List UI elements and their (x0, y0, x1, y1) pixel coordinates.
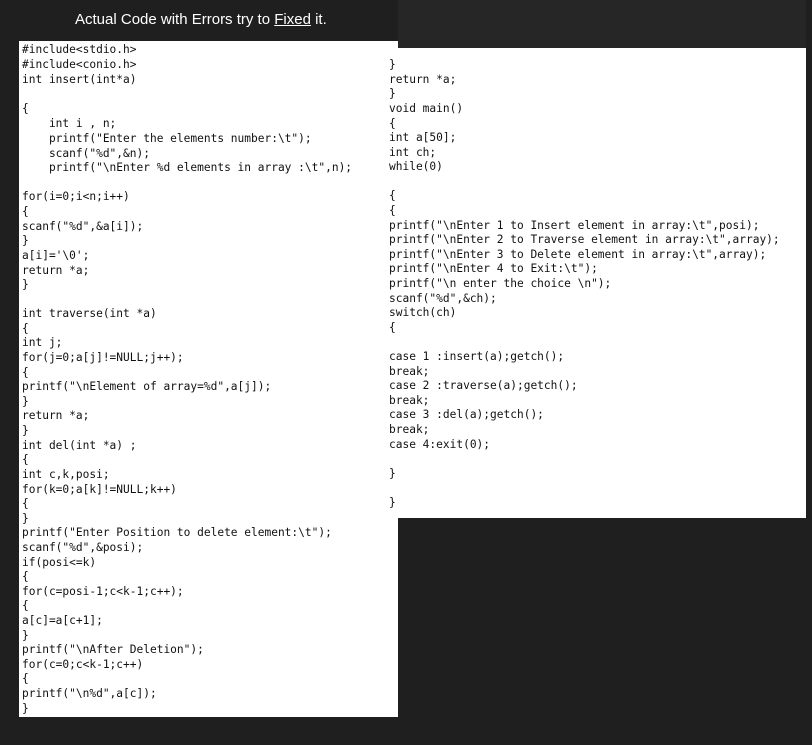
fixed-link[interactable]: Fixed (274, 11, 311, 28)
code-line: { (22, 672, 29, 685)
code-line: printf("Enter the elements number:\t"); (22, 132, 312, 145)
code-line: } (389, 467, 396, 480)
code-line: #include<conio.h> (22, 58, 137, 71)
code-line: } (22, 424, 29, 437)
code-line: printf("Enter Position to delete element… (22, 526, 332, 539)
code-line: { (389, 204, 396, 217)
code-line: break; (389, 394, 430, 407)
code-line: int traverse(int *a) (22, 307, 157, 320)
code-line: } (22, 395, 29, 408)
code-line: scanf("%d",&posi); (22, 541, 144, 554)
code-line: scanf("%d",&a[i]); (22, 220, 144, 233)
code-line: int j; (22, 336, 63, 349)
code-line: for(c=0;c<k-1;c++) (22, 658, 144, 671)
code-line: a[c]=a[c+1]; (22, 614, 103, 627)
code-line: printf("\nEnter %d elements in array :\t… (22, 161, 353, 174)
code-line: int c,k,posi; (22, 468, 110, 481)
code-line: printf("\nEnter 2 to Traverse element in… (389, 233, 780, 246)
code-line: for(k=0;a[k]!=NULL;k++) (22, 483, 177, 496)
code-line: return *a; (22, 409, 90, 422)
code-line: scanf("%d",&n); (22, 147, 150, 160)
code-line: { (389, 117, 396, 130)
code-line: int ch; (389, 146, 437, 159)
code-line: int i , n; (22, 117, 117, 130)
code-panel-right: } return *a;} void main(){int a[50]; int ch… (381, 48, 806, 518)
code-line: } (22, 512, 29, 525)
code-line: while(0) (389, 160, 443, 173)
code-line: } (22, 702, 29, 715)
code-line: switch(ch) (389, 306, 457, 319)
code-line: break; (389, 365, 430, 378)
code-line: int insert(int*a) (22, 73, 137, 86)
code-line: case 2 :traverse(a);getch(); (389, 379, 578, 392)
code-line: { (389, 189, 396, 202)
code-line: { (22, 205, 29, 218)
code-line: printf("\nElement of array=%d",a[j]); (22, 380, 272, 393)
code-line: for(c=posi-1;c<k-1;c++); (22, 585, 184, 598)
code-line: { (389, 321, 396, 334)
code-line: case 1 :insert(a);getch(); (389, 350, 565, 363)
code-line: { (22, 366, 29, 379)
code-line: printf("\nEnter 1 to Insert element in a… (389, 219, 760, 232)
code-line: break; (389, 423, 430, 436)
code-line: { (22, 102, 29, 115)
code-line: { (22, 453, 29, 466)
code-line: a[i]='\0'; (22, 249, 90, 262)
code-line: int del(int *a) ; (22, 439, 137, 452)
code-line: } (389, 58, 396, 71)
code-line: } (389, 87, 396, 100)
code-line: { (22, 322, 29, 335)
code-line: } (22, 629, 29, 642)
code-line: scanf("%d",&ch); (389, 292, 497, 305)
code-line: { (22, 570, 29, 583)
title-prefix: Actual Code with Errors try to (75, 11, 275, 28)
code-line: for(i=0;i<n;i++) (22, 190, 130, 203)
code-line: if(posi<=k) (22, 556, 97, 569)
code-line: return *a; (22, 264, 90, 277)
code-line: #include<stdio.h> (22, 43, 137, 56)
code-line: printf("\n enter the choice \n"); (389, 277, 612, 290)
code-line: printf("\nEnter 4 to Exit:\t"); (389, 262, 598, 275)
code-line: printf("\nAfter Deletion"); (22, 643, 204, 656)
code-line: } (22, 278, 29, 291)
code-line: { (22, 497, 29, 510)
page-title: Actual Code with Errors try to Fixed it. (75, 11, 327, 28)
code-line: return *a; (389, 73, 457, 86)
code-line: printf("\n%d",a[c]); (22, 687, 157, 700)
code-line: case 3 :del(a);getch(); (389, 408, 544, 421)
code-line: int a[50]; (389, 131, 457, 144)
title-suffix: it. (310, 11, 327, 28)
code-line: void main() (389, 102, 464, 115)
code-line: } (22, 234, 29, 247)
code-line: printf("\nEnter 3 to Delete element in a… (389, 248, 767, 261)
code-line: { (22, 599, 29, 612)
code-line: } (389, 496, 396, 509)
code-panel-left: #include<stdio.h> #include<conio.h> int in… (19, 41, 398, 717)
code-line: case 4:exit(0); (389, 438, 491, 451)
code-line: for(j=0;a[j]!=NULL;j++); (22, 351, 184, 364)
